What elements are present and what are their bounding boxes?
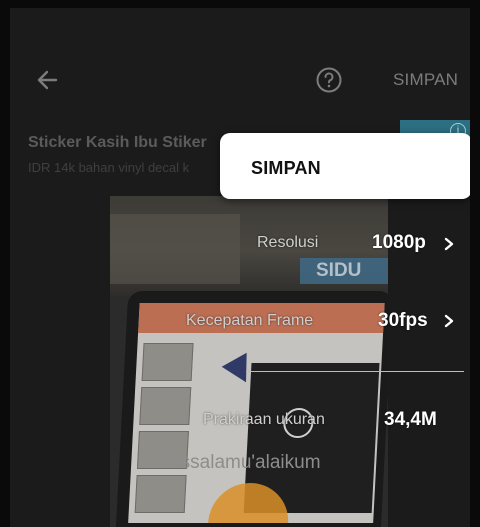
- export-screen: SIMPAN Sticker Kasih Ibu Stiker IDR 14k …: [10, 8, 470, 527]
- preview-sign-text: SIDU: [316, 260, 362, 281]
- preview-laptop-screen: [128, 303, 385, 523]
- preview-doodle: [282, 408, 315, 438]
- preview-ribbon: [138, 303, 385, 333]
- arrow-left-icon[interactable]: [34, 66, 62, 94]
- ad-title: Sticker Kasih Ibu Stiker: [28, 134, 207, 151]
- preview-caption: Assalamu'alaikum: [168, 452, 321, 473]
- popup-save-option[interactable]: SIMPAN: [251, 158, 321, 179]
- preview-laptop: [115, 291, 388, 527]
- save-button[interactable]: SIMPAN: [393, 70, 458, 90]
- video-preview: SIDU Assalamu'alaikum: [110, 196, 388, 527]
- preview-sign: SIDU: [300, 258, 388, 284]
- top-bar: SIMPAN: [10, 60, 470, 100]
- ad-subtitle: IDR 14k bahan vinyl decal k: [28, 160, 190, 175]
- preview-object: [110, 214, 240, 284]
- estimated-size-value: 34,4M: [384, 409, 437, 430]
- preview-slide-thumbnails: [134, 343, 195, 523]
- chevron-right-icon[interactable]: [443, 237, 455, 251]
- chevron-right-icon[interactable]: [443, 314, 455, 328]
- question-circle-icon[interactable]: [315, 66, 343, 94]
- save-popup-menu: SIMPAN: [220, 133, 470, 199]
